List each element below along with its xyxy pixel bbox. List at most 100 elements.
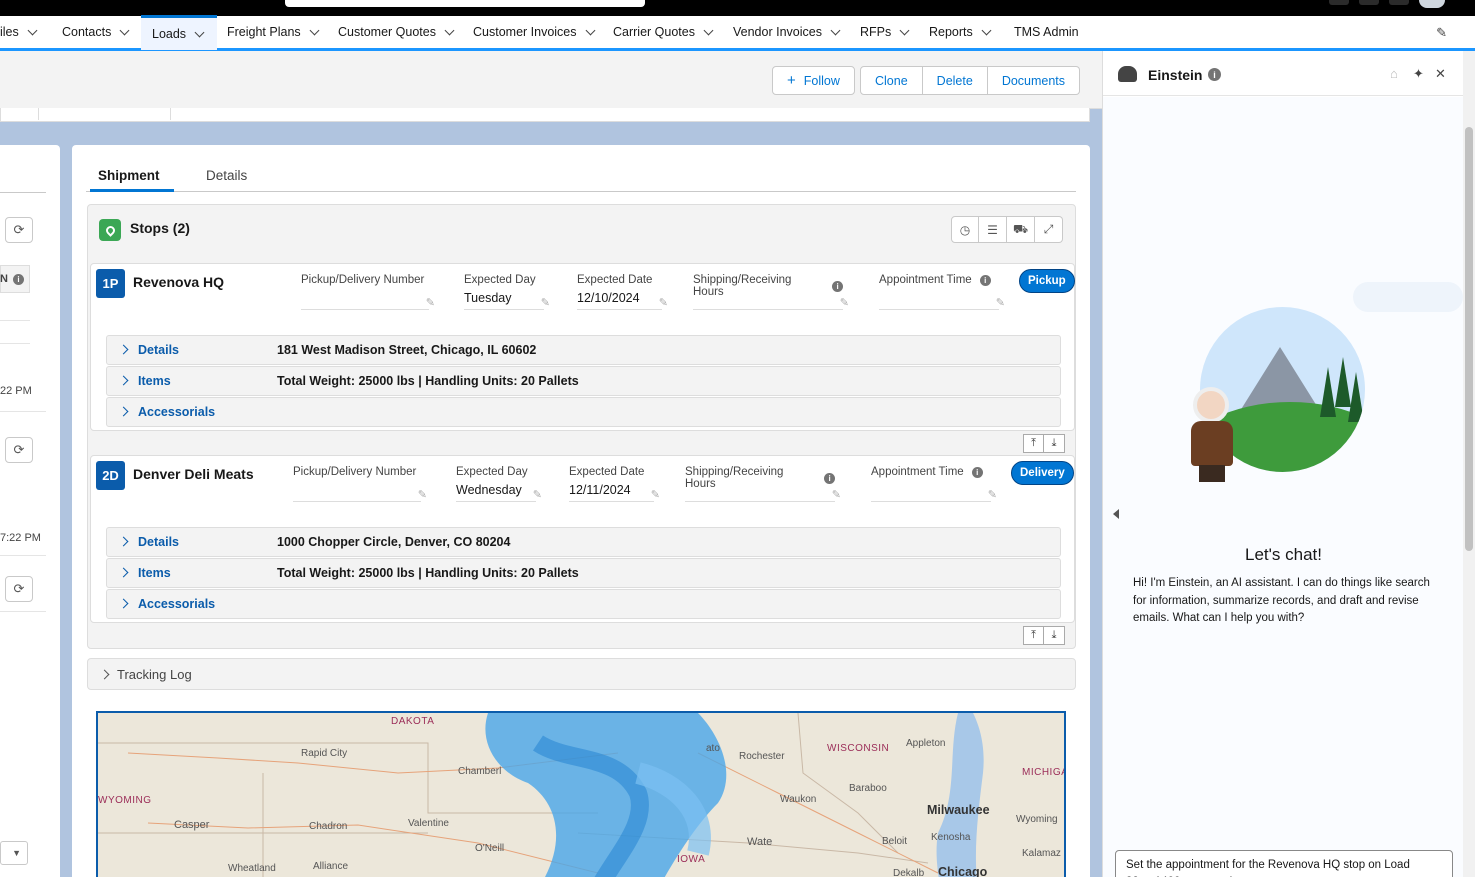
pencil-icon[interactable]: ✎ bbox=[659, 296, 668, 309]
follow-group: + Follow bbox=[772, 66, 855, 95]
expected-date-field[interactable]: Expected Date 12/10/2024 ✎ bbox=[577, 274, 668, 310]
tracking-log-section[interactable]: Tracking Log bbox=[87, 658, 1076, 690]
welcome-heading: Let's chat! bbox=[1245, 545, 1322, 564]
nav-item-contacts[interactable]: Contacts bbox=[62, 16, 130, 48]
route-map[interactable]: DAKOTA Rapid City WYOMING Casper Chadron… bbox=[96, 711, 1066, 877]
dropdown-button[interactable]: ▼ bbox=[0, 841, 28, 865]
chevron-down-icon[interactable] bbox=[830, 25, 841, 35]
nav-item-files[interactable]: iles bbox=[0, 16, 38, 48]
nav-item-tms-admin[interactable]: TMS Admin bbox=[1014, 16, 1079, 48]
close-icon[interactable]: ✕ bbox=[1435, 66, 1446, 82]
clock-icon[interactable]: ◷ bbox=[951, 216, 979, 243]
move-top-icon[interactable]: ⤒ bbox=[1023, 626, 1044, 645]
nav-item-vendor-invoices[interactable]: Vendor Invoices bbox=[733, 16, 841, 48]
field-value: Tuesday bbox=[464, 291, 512, 305]
follow-button[interactable]: + Follow bbox=[772, 66, 855, 95]
pencil-icon[interactable]: ✎ bbox=[988, 488, 997, 501]
chat-input[interactable]: Set the appointment for the Revenova HQ … bbox=[1115, 850, 1453, 877]
nav-item-freight-plans[interactable]: Freight Plans bbox=[227, 16, 320, 48]
row-label: Details bbox=[138, 343, 179, 357]
details-row[interactable]: Details 1000 Chopper Circle, Denver, CO … bbox=[106, 527, 1061, 557]
sort-icon[interactable]: ☰ bbox=[979, 216, 1007, 243]
scrollbar-thumb[interactable] bbox=[1465, 127, 1473, 551]
move-top-icon[interactable]: ⤒ bbox=[1023, 434, 1044, 453]
expected-date-field[interactable]: Expected Date 12/11/2024 ✎ bbox=[569, 466, 660, 502]
history-icon[interactable]: ⌂ bbox=[1390, 66, 1398, 81]
items-row[interactable]: Items Total Weight: 25000 lbs | Handling… bbox=[106, 558, 1061, 588]
page-scrollbar[interactable] bbox=[1463, 51, 1475, 877]
accessorials-row[interactable]: Accessorials bbox=[106, 589, 1061, 619]
global-search-input[interactable] bbox=[285, 0, 645, 7]
truck-icon[interactable]: ⛟ bbox=[1007, 216, 1035, 243]
pencil-icon[interactable]: ✎ bbox=[426, 296, 435, 309]
details-row[interactable]: Details 181 West Madison Street, Chicago… bbox=[106, 335, 1061, 365]
tab-shipment[interactable]: Shipment bbox=[98, 168, 160, 183]
chevron-down-icon[interactable] bbox=[444, 25, 455, 35]
items-row[interactable]: Items Total Weight: 25000 lbs | Handling… bbox=[106, 366, 1061, 396]
accessorials-row[interactable]: Accessorials bbox=[106, 397, 1061, 427]
pencil-icon[interactable]: ✎ bbox=[996, 296, 1005, 309]
expand-icon[interactable]: ⤢ bbox=[1035, 216, 1063, 243]
documents-button[interactable]: Documents bbox=[987, 66, 1081, 95]
appointment-field[interactable]: Appointment Time i ✎ bbox=[871, 466, 997, 502]
chevron-down-icon[interactable] bbox=[119, 25, 130, 35]
chevron-down-icon[interactable] bbox=[27, 25, 38, 35]
clone-button[interactable]: Clone bbox=[860, 66, 923, 95]
nav-item-reports[interactable]: Reports bbox=[929, 16, 992, 48]
hours-field[interactable]: Shipping/Receiving Hours i ✎ bbox=[685, 466, 841, 502]
pencil-icon[interactable]: ✎ bbox=[533, 488, 542, 501]
tab-details[interactable]: Details bbox=[206, 168, 247, 183]
left-timestamp: 22 PM bbox=[0, 385, 32, 397]
stop-badge: 2D bbox=[96, 461, 125, 490]
expected-day-field[interactable]: Expected Day Wednesday ✎ bbox=[456, 466, 542, 502]
edit-nav-icon[interactable]: ✎ bbox=[1436, 25, 1447, 41]
highlights-panel bbox=[0, 108, 1090, 122]
refresh-button[interactable]: ⟳ bbox=[5, 217, 33, 243]
hours-field[interactable]: Shipping/Receiving Hours i ✎ bbox=[693, 274, 849, 310]
pencil-icon[interactable]: ✎ bbox=[832, 488, 841, 501]
nav-item-customer-invoices[interactable]: Customer Invoices bbox=[473, 16, 595, 48]
pdnum-field[interactable]: Pickup/Delivery Number ✎ bbox=[293, 466, 427, 502]
field-label-wrap: Shipping/Receiving Hours i bbox=[693, 274, 843, 298]
avatar[interactable] bbox=[1419, 0, 1445, 8]
chevron-down-icon[interactable] bbox=[194, 27, 205, 37]
nav-item-rfps[interactable]: RFPs bbox=[860, 16, 910, 48]
info-icon: i bbox=[979, 274, 991, 286]
pencil-icon[interactable]: ✎ bbox=[651, 488, 660, 501]
notifications-icon[interactable] bbox=[1389, 0, 1409, 5]
pencil-icon[interactable]: ✎ bbox=[840, 296, 849, 309]
chevron-down-icon[interactable] bbox=[703, 25, 714, 35]
move-bottom-icon[interactable]: ⤓ bbox=[1044, 626, 1065, 645]
chevron-right-icon bbox=[118, 536, 129, 547]
stops-panel: Stops (2) ◷ ☰ ⛟ ⤢ 1P Revenova HQ Pickup/… bbox=[87, 204, 1076, 649]
collapse-arrow-icon[interactable] bbox=[1113, 509, 1119, 519]
nav-item-customer-quotes[interactable]: Customer Quotes bbox=[338, 16, 455, 48]
stop-card-1: 1P Revenova HQ Pickup/Delivery Number ✎ … bbox=[90, 263, 1075, 431]
pencil-icon[interactable]: ✎ bbox=[541, 296, 550, 309]
field-label: Expected Date bbox=[577, 274, 653, 286]
chevron-down-icon[interactable] bbox=[309, 25, 320, 35]
delete-button[interactable]: Delete bbox=[922, 66, 988, 95]
favorites-icon[interactable] bbox=[1329, 0, 1349, 5]
pencil-icon[interactable]: ✎ bbox=[418, 488, 427, 501]
nav-item-loads[interactable]: Loads bbox=[141, 15, 217, 50]
refresh-button[interactable]: ⟳ bbox=[5, 576, 33, 602]
chevron-right-icon bbox=[118, 375, 129, 386]
pdnum-field[interactable]: Pickup/Delivery Number ✎ bbox=[301, 274, 435, 310]
move-bottom-icon[interactable]: ⤓ bbox=[1044, 434, 1065, 453]
map-label: WYOMING bbox=[98, 795, 152, 806]
appointment-field[interactable]: Appointment Time i ✎ bbox=[879, 274, 1005, 310]
chevron-down-icon[interactable] bbox=[981, 25, 992, 35]
nav-label: Vendor Invoices bbox=[733, 25, 822, 39]
info-icon[interactable]: i bbox=[1208, 68, 1221, 81]
expected-day-field[interactable]: Expected Day Tuesday ✎ bbox=[464, 274, 550, 310]
pin-icon[interactable]: ✦ bbox=[1413, 66, 1424, 82]
chevron-down-icon[interactable] bbox=[899, 25, 910, 35]
record-actions: Clone Delete Documents bbox=[860, 66, 1081, 95]
refresh-icon: ⟳ bbox=[13, 442, 25, 457]
refresh-button[interactable]: ⟳ bbox=[5, 437, 33, 463]
setup-icon[interactable] bbox=[1359, 0, 1379, 5]
chevron-down-icon[interactable] bbox=[585, 25, 595, 35]
nav-item-carrier-quotes[interactable]: Carrier Quotes bbox=[613, 16, 714, 48]
row-label: Accessorials bbox=[138, 405, 216, 419]
